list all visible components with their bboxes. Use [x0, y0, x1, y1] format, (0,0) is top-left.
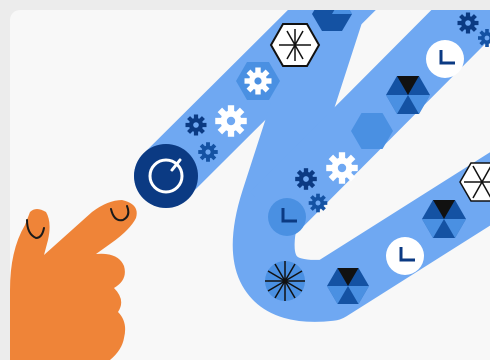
- illustration-card: [10, 10, 490, 360]
- pointing-hand-icon: [10, 200, 137, 360]
- power-button-icon: [134, 144, 198, 208]
- gear-icon: [295, 168, 317, 190]
- clock-icon: [426, 40, 464, 78]
- gear-icon: [215, 105, 247, 137]
- automation-track-illustration: [10, 10, 490, 360]
- gear-icon: [326, 152, 358, 184]
- gear-icon: [185, 114, 207, 136]
- gear-icon: [198, 142, 218, 162]
- wheel-icon: [265, 261, 305, 301]
- gear-icon: [308, 193, 328, 213]
- clock-icon: [268, 198, 306, 236]
- gear-icon: [457, 12, 479, 34]
- clock-icon: [386, 237, 424, 275]
